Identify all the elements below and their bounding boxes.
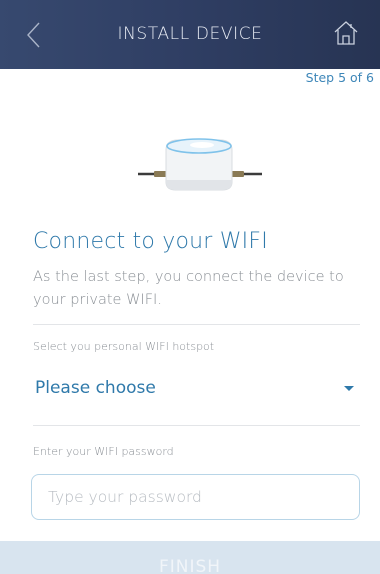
- home-icon: [334, 21, 358, 45]
- section-title: Connect to your WIFI: [33, 229, 268, 254]
- wifi-password-input[interactable]: [31, 474, 360, 520]
- home-button[interactable]: [330, 17, 362, 49]
- page-title: INSTALL DEVICE: [117, 24, 263, 44]
- finish-button[interactable]: FINISH: [0, 541, 380, 574]
- wifi-hotspot-select[interactable]: Please choose: [33, 372, 360, 406]
- section-description: As the last step, you connect the device…: [33, 269, 344, 308]
- divider: [33, 425, 360, 426]
- caret-down-icon: [344, 386, 354, 391]
- device-illustration: [136, 130, 262, 200]
- wifi-select-label: Select you personal WIFI hotspot: [33, 340, 215, 353]
- password-label: Enter your WIFI password: [33, 445, 174, 458]
- top-bar: INSTALL DEVICE: [0, 0, 380, 69]
- step-indicator: Step 5 of 6: [305, 70, 374, 85]
- divider: [33, 324, 360, 325]
- wifi-select-value: Please choose: [35, 378, 156, 398]
